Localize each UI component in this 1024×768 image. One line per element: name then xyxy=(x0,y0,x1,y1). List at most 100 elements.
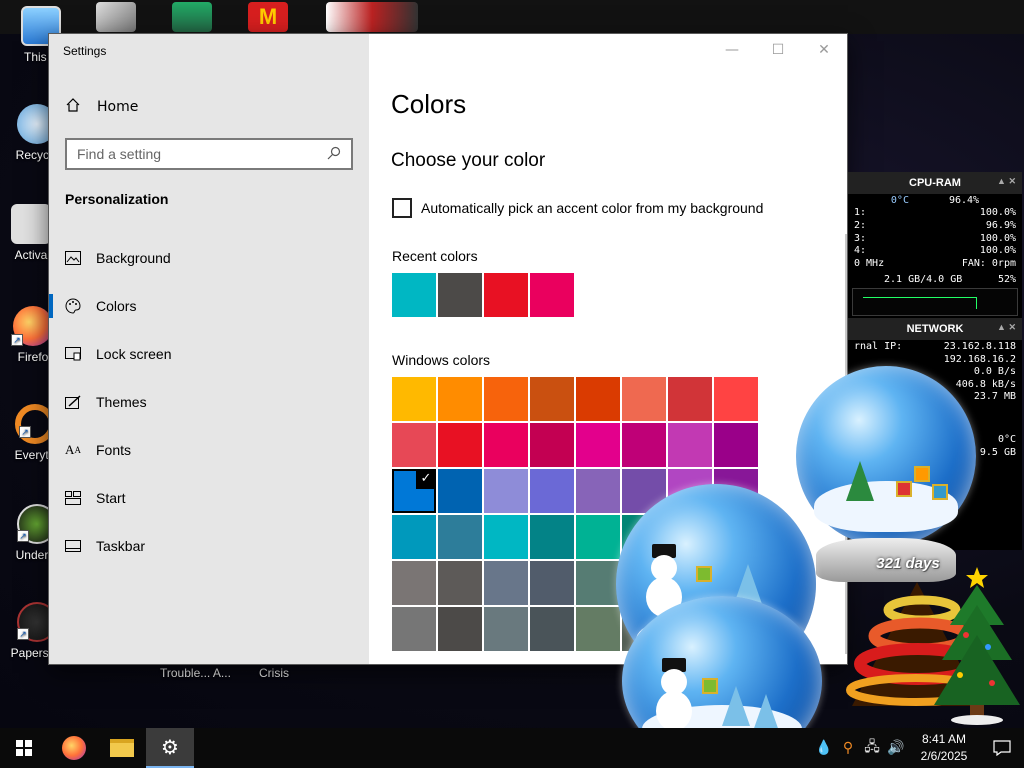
snow-globe-large xyxy=(796,366,976,546)
desktop-icon-label-trouble[interactable]: Trouble... A... xyxy=(160,666,231,680)
clock[interactable]: 8:41 AM 2/6/2025 xyxy=(908,731,980,765)
windows-color-swatch[interactable] xyxy=(438,607,482,651)
windows-color-swatch[interactable] xyxy=(622,423,666,467)
start-button[interactable] xyxy=(0,728,48,768)
windows-color-swatch[interactable] xyxy=(714,423,758,467)
windows-color-swatch[interactable] xyxy=(392,561,436,605)
network-header: NETWORK ▲ ✕ xyxy=(848,318,1022,341)
volume-icon[interactable]: 🔊 xyxy=(884,740,908,756)
windows-color-swatch[interactable] xyxy=(530,515,574,559)
network-icon[interactable]: 🖧 xyxy=(860,736,884,760)
desktop-icon-mcdonalds[interactable]: M xyxy=(248,2,288,32)
windows-color-swatch[interactable] xyxy=(392,423,436,467)
search-tray-icon[interactable]: ⚲ xyxy=(836,740,860,756)
nav-item-background[interactable]: Background xyxy=(49,234,369,282)
windows-color-swatch[interactable] xyxy=(576,469,620,513)
notification-center-button[interactable] xyxy=(980,728,1024,768)
windows-color-swatch[interactable] xyxy=(438,561,482,605)
windows-color-swatch[interactable] xyxy=(438,469,482,513)
core-value: 96.9% xyxy=(985,219,1016,231)
cpu-ram-title: CPU-RAM xyxy=(909,177,961,189)
nav-item-fonts[interactable]: AA Fonts xyxy=(49,426,369,474)
globe-tree-icon xyxy=(846,461,874,501)
windows-color-swatch[interactable] xyxy=(484,469,528,513)
windows-color-swatch[interactable] xyxy=(530,423,574,467)
gadget-controls-icon[interactable]: ▲ ✕ xyxy=(997,322,1016,333)
folder-icon xyxy=(110,739,134,757)
gift-icon xyxy=(914,466,930,482)
taskbar-file-explorer[interactable] xyxy=(98,728,146,768)
windows-color-swatch[interactable]: ✓ xyxy=(392,469,436,513)
recent-color-swatch[interactable] xyxy=(392,273,436,317)
taskbar-settings[interactable]: ⚙ xyxy=(146,728,194,768)
core-value: 100.0% xyxy=(979,232,1016,244)
windows-color-swatch[interactable] xyxy=(484,423,528,467)
windows-color-swatch[interactable] xyxy=(530,607,574,651)
windows-color-swatch[interactable] xyxy=(576,561,620,605)
desktop-icon-game[interactable] xyxy=(172,2,212,32)
checkbox-box[interactable] xyxy=(392,198,412,218)
recent-color-swatch[interactable] xyxy=(530,273,574,317)
gear-icon: ⚙ xyxy=(161,735,179,759)
windows-color-swatch[interactable] xyxy=(392,515,436,559)
auto-accent-checkbox[interactable]: Automatically pick an accent color from … xyxy=(392,198,763,218)
shortcut-arrow-icon: ↗ xyxy=(17,628,29,640)
section-title: Personalization xyxy=(65,191,169,207)
globe-tree-icon xyxy=(722,686,750,726)
desktop-icon-label-crisis[interactable]: Crisis xyxy=(259,666,289,680)
nav-item-themes[interactable]: Themes xyxy=(49,378,369,426)
recent-color-swatch[interactable] xyxy=(438,273,482,317)
taskbar-firefox[interactable] xyxy=(50,728,98,768)
windows-color-swatch[interactable] xyxy=(714,377,758,421)
windows-color-swatch[interactable] xyxy=(668,423,712,467)
windows-color-swatch[interactable] xyxy=(530,469,574,513)
notification-icon xyxy=(993,740,1011,756)
core-row: 2: 96.9% xyxy=(848,219,1022,232)
home-link[interactable]: Home xyxy=(65,94,138,120)
core-value: 100.0% xyxy=(979,245,1016,257)
windows-color-swatch[interactable] xyxy=(576,515,620,559)
core-value: 100.0% xyxy=(979,207,1016,219)
fan-speed: FAN: 0rpm xyxy=(961,257,1016,269)
shortcut-arrow-icon: ↗ xyxy=(17,530,29,542)
palette-icon xyxy=(65,298,81,314)
nav-item-label: Lock screen xyxy=(96,346,172,362)
windows-color-swatch[interactable] xyxy=(576,377,620,421)
find-setting-search[interactable] xyxy=(65,138,353,170)
desktop-icon-photos[interactable] xyxy=(96,2,136,32)
windows-color-swatch[interactable] xyxy=(668,377,712,421)
nav-item-taskbar[interactable]: Taskbar xyxy=(49,522,369,570)
firefox-icon xyxy=(62,736,86,760)
gadget-controls-icon[interactable]: ▲ ✕ xyxy=(997,176,1016,187)
windows-color-swatch[interactable] xyxy=(392,377,436,421)
water-drop-icon[interactable]: 💧 xyxy=(812,740,836,756)
windows-color-swatch[interactable] xyxy=(484,607,528,651)
windows-color-swatch[interactable] xyxy=(530,561,574,605)
gift-icon xyxy=(896,481,912,497)
windows-color-swatch[interactable] xyxy=(392,607,436,651)
windows-color-swatch[interactable] xyxy=(622,377,666,421)
recent-color-swatch[interactable] xyxy=(484,273,528,317)
folder-icon xyxy=(11,204,51,244)
windows-color-swatch[interactable] xyxy=(484,515,528,559)
cpu-total-row: 0°C 96.4% xyxy=(848,194,1022,207)
windows-color-swatch[interactable] xyxy=(484,377,528,421)
nav-item-label: Fonts xyxy=(96,442,132,458)
nav-item-label: Colors xyxy=(96,298,137,314)
windows-color-swatch[interactable] xyxy=(438,515,482,559)
nav-item-lock-screen[interactable]: Lock screen xyxy=(49,330,369,378)
freq-row: 0 MHz FAN: 0rpm xyxy=(848,257,1022,270)
windows-color-swatch[interactable] xyxy=(438,423,482,467)
search-input[interactable] xyxy=(77,146,307,162)
personalization-nav: Background Colors Lock screen Themes AA … xyxy=(49,234,369,570)
windows-color-swatch[interactable] xyxy=(530,377,574,421)
cpu-ram-header: CPU-RAM ▲ ✕ xyxy=(848,172,1022,194)
windows-color-swatch[interactable] xyxy=(484,561,528,605)
nav-item-colors[interactable]: Colors xyxy=(49,282,369,330)
gift-icon xyxy=(702,678,718,694)
nav-item-start[interactable]: Start xyxy=(49,474,369,522)
windows-color-swatch[interactable] xyxy=(576,423,620,467)
windows-color-swatch[interactable] xyxy=(438,377,482,421)
desktop-icon-christmas[interactable] xyxy=(326,2,418,32)
windows-color-swatch[interactable] xyxy=(576,607,620,651)
